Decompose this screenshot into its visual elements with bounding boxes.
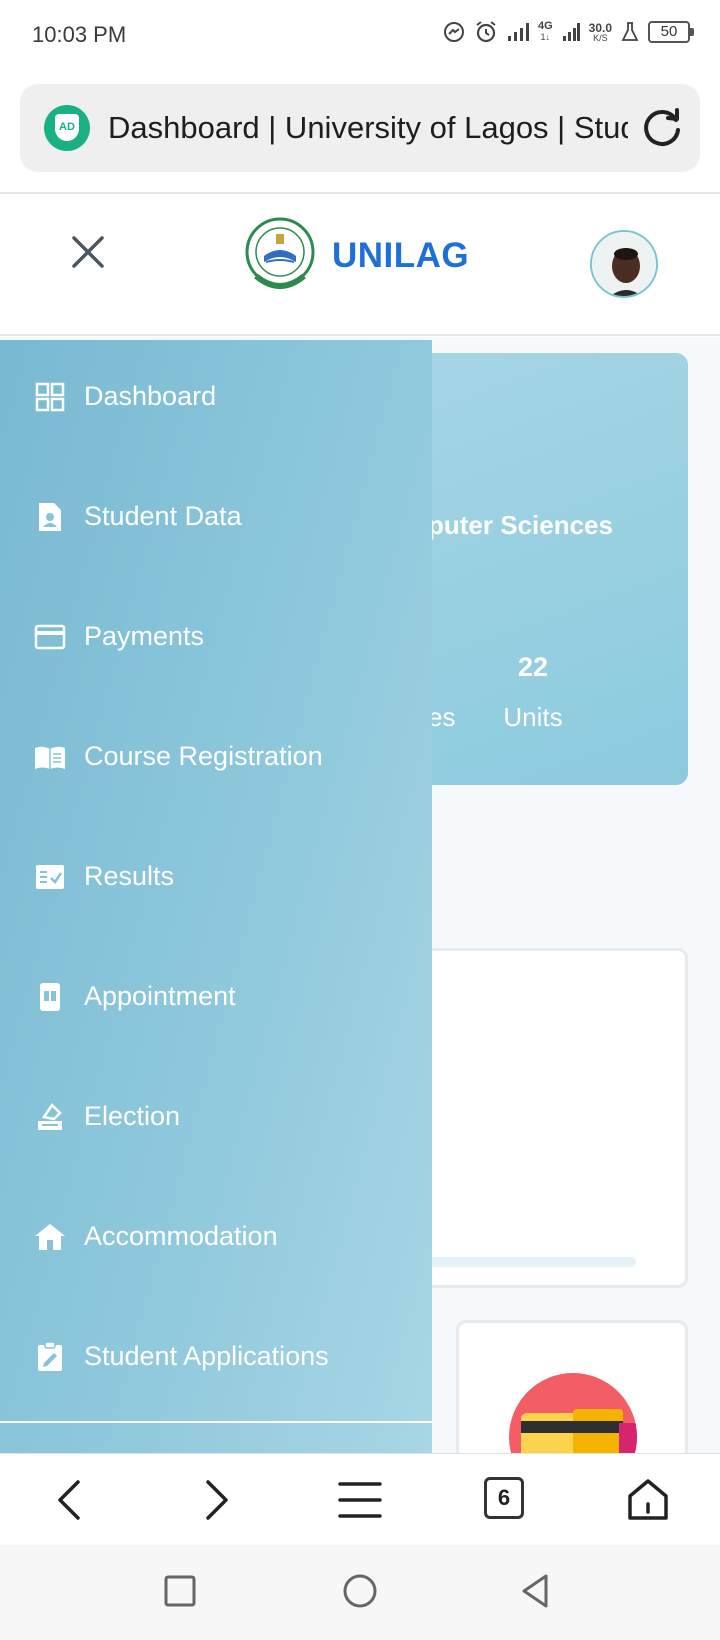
courses-label: es: [428, 702, 456, 732]
menu-label: Results: [84, 861, 175, 891]
menu-label: Student Data: [84, 501, 242, 531]
reload-icon[interactable]: [638, 104, 686, 152]
battery-icon: 50: [648, 21, 694, 43]
ballot-icon: [38, 1103, 62, 1130]
grid-icon: [35, 382, 65, 412]
menu-label: Course Registration: [84, 741, 323, 771]
menu-label: Student Applications: [84, 1341, 329, 1371]
network-type: 4G 1↓: [537, 20, 553, 43]
menu-divider: [0, 1421, 432, 1423]
menu-label: Accommodation: [84, 1221, 278, 1251]
lab-icon: [621, 22, 639, 41]
house-icon: [35, 1224, 65, 1250]
menu-item-election[interactable]: Election: [0, 1067, 432, 1167]
menu-item-student-applications[interactable]: Student Applications: [0, 1307, 432, 1407]
adblock-icon[interactable]: AD: [44, 105, 90, 151]
signal-4g-icon: [562, 23, 580, 41]
wallet-icon: [509, 1373, 637, 1457]
side-menu: Dashboard Student Data Payments Course R…: [0, 340, 432, 1453]
system-nav-bar: [0, 1545, 720, 1640]
menu-label: Dashboard: [84, 381, 217, 411]
clipboard-edit-icon: [38, 1341, 62, 1371]
back-triangle-icon[interactable]: [516, 1571, 556, 1611]
menu-item-results[interactable]: Results: [0, 827, 432, 927]
credit-card-icon: [34, 624, 66, 650]
home-circle-icon[interactable]: [340, 1571, 380, 1611]
menu-item-student-data[interactable]: Student Data: [0, 467, 432, 567]
network-speed: 30.0 K/S: [588, 20, 612, 43]
menu-icon[interactable]: [336, 1476, 384, 1524]
alarm-icon: [476, 21, 496, 43]
browser-toolbar: 6: [0, 1453, 720, 1545]
checklist-icon: [36, 865, 64, 889]
close-icon[interactable]: [64, 228, 112, 276]
brand-name[interactable]: UNILAG: [332, 236, 469, 276]
menu-item-course-registration[interactable]: Course Registration: [0, 707, 432, 807]
menu-item-dashboard[interactable]: Dashboard: [0, 347, 432, 447]
menu-item-appointment[interactable]: Appointment: [0, 947, 432, 1047]
back-icon[interactable]: [48, 1476, 96, 1524]
menu-label: Payments: [84, 621, 205, 651]
forward-icon[interactable]: [192, 1476, 240, 1524]
student-file-icon: [39, 503, 61, 531]
calendar-icon: [40, 983, 60, 1011]
units-label: Units: [503, 702, 563, 732]
panel-progress-bar: [420, 1257, 636, 1267]
payment-card[interactable]: [456, 1320, 688, 1460]
tabs-button[interactable]: 6: [484, 1477, 524, 1519]
faculty-text: puter Sciences: [428, 510, 613, 540]
menu-item-accommodation[interactable]: Accommodation: [0, 1187, 432, 1287]
home-icon[interactable]: [624, 1476, 672, 1524]
recents-icon[interactable]: [160, 1571, 200, 1611]
status-icons: 4G 1↓ 30.0 K/S 50: [443, 20, 694, 44]
university-logo: [245, 217, 315, 289]
menu-label: Election: [84, 1101, 181, 1131]
status-time: 10:03 PM: [32, 22, 127, 47]
page-title-text[interactable]: Dashboard | University of Lagos | Studen…: [108, 110, 628, 146]
units-value: 22: [517, 652, 549, 682]
open-book-icon: [35, 746, 65, 769]
messenger-icon: [443, 22, 464, 42]
adblock-label: AD: [55, 114, 79, 141]
user-photo: [592, 232, 656, 296]
menu-label: Appointment: [84, 981, 236, 1011]
status-bar: 10:03 PM 4G 1↓ 30.0 K/S 50: [0, 0, 720, 72]
app-header: UNILAG: [0, 194, 720, 336]
address-bar[interactable]: AD Dashboard | University of Lagos | Stu…: [20, 84, 700, 172]
avatar[interactable]: [590, 230, 658, 298]
menu-item-payments[interactable]: Payments: [0, 587, 432, 687]
signal-icon: [507, 23, 529, 41]
